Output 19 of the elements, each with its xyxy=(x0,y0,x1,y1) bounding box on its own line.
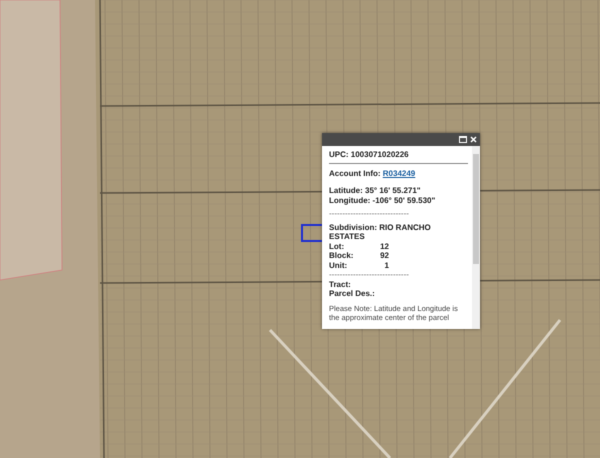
detail-label: Block: xyxy=(329,251,354,260)
account-label: Account Info: xyxy=(329,168,381,178)
detail-label: Unit: xyxy=(329,260,348,270)
detail-value: 92 xyxy=(379,251,389,260)
separator-text: ------------------------------ xyxy=(329,270,410,280)
upc-text: UPC: 1003071020226 xyxy=(329,150,410,160)
detail-value: 1 xyxy=(384,260,389,270)
field-label: Parcel Des.: xyxy=(329,289,376,298)
coordinate-text: Latitude: 35° 16' 55.271" xyxy=(329,186,422,196)
detail-label: Lot: xyxy=(329,242,346,251)
maximize-icon[interactable] xyxy=(459,136,467,143)
close-icon[interactable] xyxy=(470,136,477,143)
coordinate-text: Longitude: -106° 50' 59.530" xyxy=(329,196,436,205)
account-link[interactable]: R034249 xyxy=(382,168,416,178)
subdivision-text: Subdivision: RIO RANCHO ESTATES xyxy=(329,222,432,242)
separator-text: ------------------------------ xyxy=(329,209,410,218)
scrollbar[interactable] xyxy=(472,146,480,329)
field-label: Tract: xyxy=(329,280,352,289)
detail-value: 12 xyxy=(379,242,389,251)
